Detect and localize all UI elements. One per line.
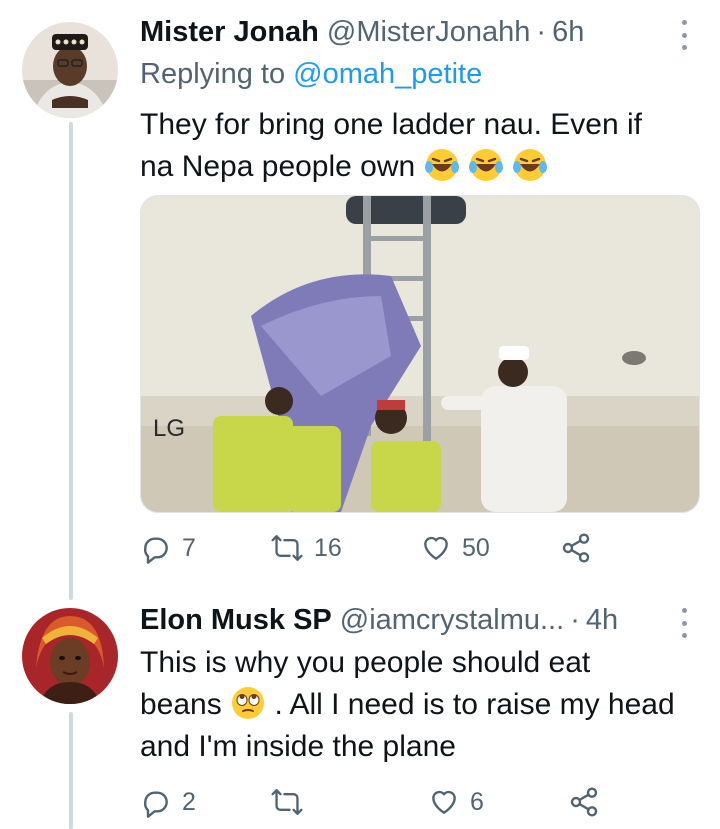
tweet-actions: 2 6 bbox=[140, 786, 600, 818]
eye-roll-emoji-icon bbox=[230, 687, 274, 721]
tweet-text-line: and I'm inside the plane bbox=[140, 730, 456, 763]
timestamp[interactable]: 4h bbox=[586, 604, 618, 637]
heart-icon bbox=[420, 532, 452, 564]
reply-count: 7 bbox=[182, 533, 196, 562]
reply-button[interactable]: 2 bbox=[140, 786, 270, 818]
tweet-text-line: They for bring one ladder nau. Even if bbox=[140, 108, 642, 141]
replying-label: Replying to bbox=[140, 58, 286, 90]
share-icon bbox=[560, 532, 592, 564]
share-icon bbox=[568, 786, 600, 818]
separator: · bbox=[536, 16, 547, 48]
more-options-icon[interactable] bbox=[674, 608, 694, 638]
more-options-icon[interactable] bbox=[674, 20, 694, 50]
retweet-button[interactable]: 16 bbox=[270, 532, 420, 564]
tweet-text-fragment: . All I need is to raise my head bbox=[274, 688, 675, 721]
retweet-icon bbox=[270, 786, 304, 818]
tweet-text: They for bring one ladder nau. Even if n… bbox=[140, 104, 700, 188]
like-count: 6 bbox=[470, 787, 484, 816]
tweet-text-line: beans . All I need is to raise my head bbox=[140, 684, 700, 726]
tweet-header: Elon Musk SP @iamcrystalmu... · 4h bbox=[140, 604, 690, 637]
username[interactable]: @MisterJonahh bbox=[327, 16, 531, 49]
retweet-button[interactable] bbox=[270, 786, 428, 818]
avatar[interactable] bbox=[22, 608, 118, 704]
like-button[interactable]: 6 bbox=[428, 786, 568, 818]
tweet-image[interactable]: LG bbox=[140, 195, 700, 513]
username[interactable]: @iamcrystalmu... bbox=[340, 604, 564, 637]
timestamp[interactable]: 6h bbox=[552, 16, 584, 49]
thread-line bbox=[69, 712, 73, 829]
image-label: LG bbox=[153, 415, 185, 442]
tweet-text-fragment: beans bbox=[140, 688, 222, 721]
like-button[interactable]: 50 bbox=[420, 532, 560, 564]
reply-button[interactable]: 7 bbox=[140, 532, 270, 564]
tweet-text-fragment: na Nepa people own bbox=[140, 150, 416, 183]
like-count: 50 bbox=[462, 533, 490, 562]
reply-icon bbox=[140, 532, 172, 564]
share-button[interactable] bbox=[560, 532, 592, 564]
thread-line bbox=[69, 122, 73, 600]
replying-to: Replying to @omah_petite bbox=[140, 58, 482, 91]
mention-link[interactable]: @omah_petite bbox=[293, 58, 482, 90]
display-name[interactable]: Elon Musk SP bbox=[140, 604, 332, 637]
tweet-text-line: This is why you people should eat bbox=[140, 646, 591, 679]
reply-count: 2 bbox=[182, 787, 196, 816]
display-name[interactable]: Mister Jonah bbox=[140, 16, 319, 49]
avatar[interactable] bbox=[22, 22, 118, 118]
separator: · bbox=[570, 604, 580, 636]
tweet-header: Mister Jonah @MisterJonahh · 6h bbox=[140, 16, 690, 49]
retweet-icon bbox=[270, 532, 304, 564]
laughing-tears-emoji-icon bbox=[424, 149, 549, 183]
retweet-count: 16 bbox=[314, 533, 342, 562]
share-button[interactable] bbox=[568, 786, 600, 818]
tweet-actions: 7 16 50 bbox=[140, 532, 592, 564]
reply-icon bbox=[140, 786, 172, 818]
heart-icon bbox=[428, 786, 460, 818]
tweet-text-line: na Nepa people own bbox=[140, 146, 700, 188]
tweet-text: This is why you people should eat beans … bbox=[140, 642, 700, 768]
